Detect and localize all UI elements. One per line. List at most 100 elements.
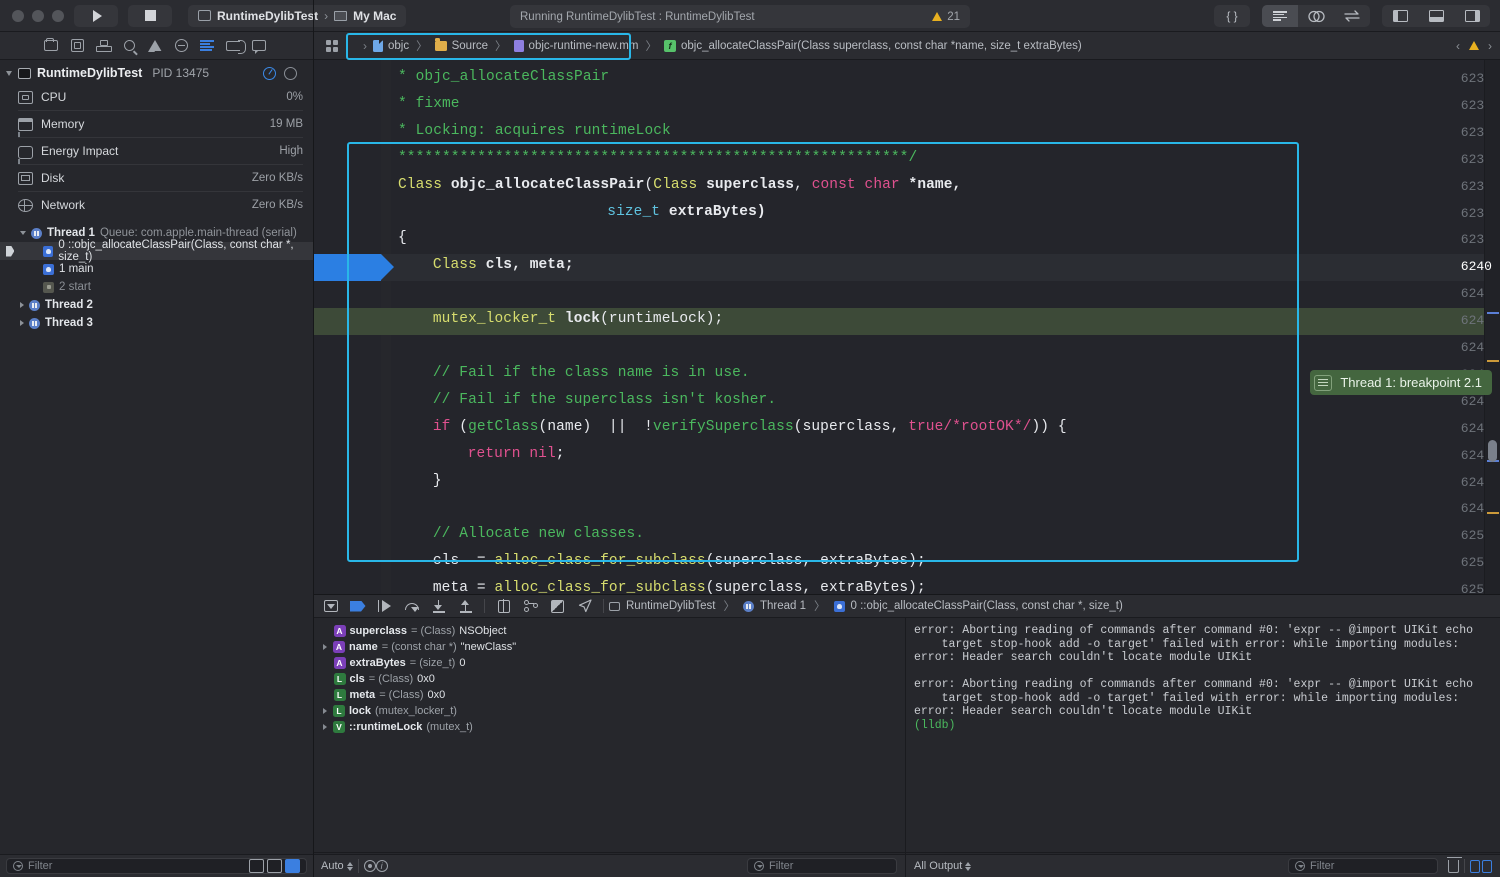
disclosure-triangle-icon[interactable] xyxy=(20,302,24,308)
debug-area-split-buttons[interactable] xyxy=(1470,859,1492,873)
hide-debug-area-button[interactable] xyxy=(317,595,344,617)
show-queues-button[interactable] xyxy=(249,859,264,873)
debug-crumb-frame[interactable]: 0 ::objc_allocateClassPair(Class, const … xyxy=(851,600,1123,612)
debug-crumb-process[interactable]: RuntimeDylibTest xyxy=(626,600,715,612)
output-selector[interactable]: All Output xyxy=(914,860,972,872)
disclosure-triangle-icon[interactable] xyxy=(323,644,327,650)
breakpoint-annotation[interactable]: Thread 1: breakpoint 2.1 xyxy=(1310,370,1492,395)
memory-graph-button[interactable] xyxy=(517,595,544,617)
next-issue-button[interactable]: › xyxy=(1488,39,1492,53)
code-line-6249[interactable] xyxy=(313,496,1500,523)
project-navigator-button[interactable] xyxy=(38,35,64,57)
info-icon[interactable]: i xyxy=(375,860,388,872)
zoom-button[interactable] xyxy=(52,9,64,22)
report-navigator-button[interactable] xyxy=(246,35,272,57)
variable-row[interactable]: Asuperclass = (Class) NSObject xyxy=(313,623,905,639)
run-button[interactable] xyxy=(74,4,118,27)
test-navigator-button[interactable] xyxy=(220,35,246,57)
gauge-row-memory[interactable]: Memory 19 MB xyxy=(0,111,313,137)
warning-triangle-icon[interactable] xyxy=(1469,41,1479,50)
variables-filter-input[interactable]: Filter xyxy=(747,858,897,874)
warning-indicator[interactable]: 21 xyxy=(932,11,960,23)
debug-breadcrumb[interactable]: RuntimeDylibTest 〉 Thread 1 〉 0 ::objc_a… xyxy=(609,598,1123,614)
close-button[interactable] xyxy=(12,9,24,22)
console-filter-input[interactable]: Filter xyxy=(1288,858,1438,874)
variable-row[interactable]: V::runtimeLock (mutex_t) xyxy=(313,719,905,735)
step-out-button[interactable] xyxy=(452,595,479,617)
breadcrumb-item-symbol[interactable]: objc_allocateClassPair(Class superclass,… xyxy=(681,40,1082,52)
variables-view[interactable]: Asuperclass = (Class) NSObject Aname = (c… xyxy=(313,618,905,852)
breadcrumb-item-project[interactable]: objc xyxy=(388,40,409,52)
minimize-button[interactable] xyxy=(32,9,44,22)
show-debug-frames-button[interactable] xyxy=(285,859,300,873)
editor-minimap[interactable] xyxy=(1484,60,1500,594)
minimap-scroller[interactable] xyxy=(1488,440,1497,462)
instrument-gauge-icon[interactable] xyxy=(263,66,276,80)
breadcrumb[interactable]: objc 〉 Source 〉 objc-runtime-new.mm 〉 f … xyxy=(369,38,1086,54)
breakpoint-navigator-button[interactable] xyxy=(168,35,194,57)
scope-selector[interactable]: Auto xyxy=(321,860,353,872)
watch-icon[interactable] xyxy=(363,860,376,872)
disclosure-triangle-icon[interactable] xyxy=(323,708,327,714)
standard-editor-button[interactable] xyxy=(1262,5,1298,27)
code-line-6239[interactable] xyxy=(313,227,1500,254)
code-canvas[interactable]: 6233 * objc_allocateClassPair 6234 * fixme 6… xyxy=(313,60,1500,594)
disclosure-triangle-icon[interactable] xyxy=(20,231,26,235)
variable-row[interactable]: Llock (mutex_locker_t) xyxy=(313,703,905,719)
stop-button[interactable] xyxy=(128,4,172,27)
assistant-editor-button[interactable] xyxy=(1298,5,1334,27)
pause-icon[interactable] xyxy=(284,66,297,80)
code-snippet-button[interactable]: { } xyxy=(1214,5,1250,27)
breadcrumb-item-file[interactable]: objc-runtime-new.mm xyxy=(529,40,639,52)
breadcrumb-item-folder[interactable]: Source xyxy=(452,40,488,52)
code-line-6241[interactable] xyxy=(313,281,1500,308)
code-line-6238[interactable] xyxy=(313,201,1500,228)
scheme-selector[interactable]: RuntimeDylibTest › My Mac xyxy=(188,4,407,27)
navigator-filter-input[interactable]: Filter xyxy=(6,858,307,874)
issue-navigator-button[interactable] xyxy=(142,35,168,58)
variable-row[interactable]: Aname = (const char *) "newClass" xyxy=(313,639,905,655)
window-controls[interactable] xyxy=(0,9,64,22)
disclosure-triangle-icon[interactable] xyxy=(20,320,24,326)
process-header[interactable]: RuntimeDylibTest PID 13475 xyxy=(0,60,313,84)
disclosure-triangle-icon[interactable] xyxy=(323,724,327,730)
view-debug-hierarchy-button[interactable] xyxy=(490,595,517,617)
previous-issue-button[interactable]: ‹ xyxy=(1456,39,1460,53)
step-over-button[interactable] xyxy=(398,595,425,617)
step-into-button[interactable] xyxy=(425,595,452,617)
debug-navigator-button[interactable] xyxy=(194,35,220,57)
variable-row[interactable]: Lcls = (Class) 0x0 xyxy=(313,671,905,687)
continue-button[interactable] xyxy=(371,595,398,617)
code-line-6234[interactable] xyxy=(313,93,1500,120)
variable-row[interactable]: Lmeta = (Class) 0x0 xyxy=(313,687,905,703)
show-all-frames-button[interactable] xyxy=(267,859,282,873)
variable-row[interactable]: AextraBytes = (size_t) 0 xyxy=(313,655,905,671)
source-control-navigator-button[interactable] xyxy=(64,35,90,57)
toggle-debug-area-button[interactable] xyxy=(1418,5,1454,27)
gauge-row-disk[interactable]: Disk Zero KB/s xyxy=(0,165,313,191)
debug-crumb-thread[interactable]: Thread 1 xyxy=(760,600,806,612)
toggle-navigator-button[interactable] xyxy=(1382,5,1418,27)
console-output[interactable]: error: Aborting reading of commands afte… xyxy=(906,618,1500,852)
code-line-6248[interactable] xyxy=(313,470,1500,497)
navigator-divider[interactable] xyxy=(313,0,314,877)
activity-status-bar[interactable]: Running RuntimeDylibTest : RuntimeDylibT… xyxy=(510,5,970,28)
related-items-button[interactable] xyxy=(319,35,345,57)
thread-row-3[interactable]: Thread 3 xyxy=(0,314,313,332)
clear-console-button[interactable] xyxy=(1447,856,1462,873)
simulate-environment-button[interactable] xyxy=(544,595,571,617)
gauge-row-cpu[interactable]: CPU 0% xyxy=(0,84,313,110)
find-navigator-button[interactable] xyxy=(116,35,142,57)
stack-frame-row-0[interactable]: 0 ::objc_allocateClassPair(Class, const … xyxy=(0,239,313,263)
disclosure-triangle-icon[interactable] xyxy=(6,70,12,76)
version-editor-button[interactable] xyxy=(1334,5,1370,27)
symbol-navigator-button[interactable] xyxy=(90,35,116,57)
stack-frame-row-2[interactable]: 2 start xyxy=(0,278,313,296)
gauge-row-energy[interactable]: Energy Impact High xyxy=(0,138,313,164)
thread-row-2[interactable]: Thread 2 xyxy=(0,296,313,314)
code-line-6243[interactable] xyxy=(313,335,1500,362)
simulate-location-button[interactable] xyxy=(571,595,598,617)
back-chevron-icon[interactable]: › xyxy=(347,39,367,53)
toggle-inspector-button[interactable] xyxy=(1454,5,1490,27)
deactivate-breakpoints-button[interactable] xyxy=(344,595,371,617)
